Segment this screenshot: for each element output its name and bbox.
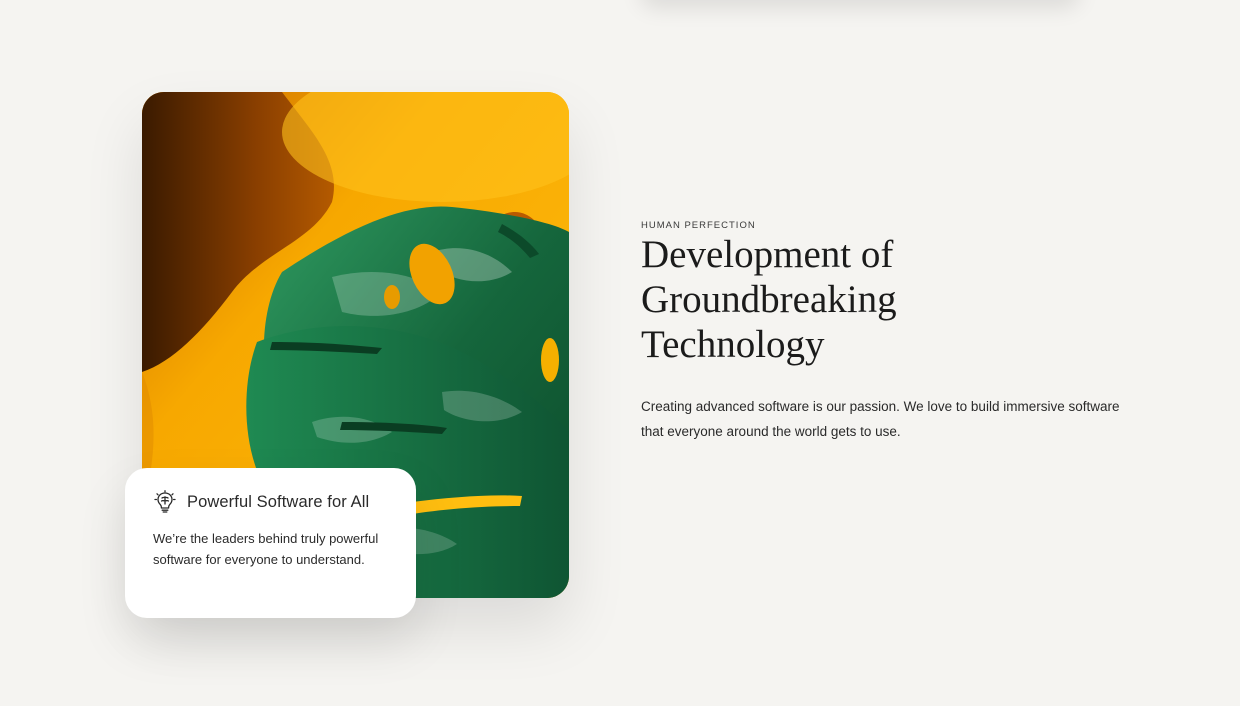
- section-description: Creating advanced software is our passio…: [641, 399, 1120, 439]
- feature-card-title: Powerful Software for All: [187, 492, 370, 511]
- title-line-2: Groundbreaking: [641, 278, 897, 321]
- title-line-3: Technology: [641, 323, 825, 366]
- lightbulb-brain-icon: [153, 490, 177, 514]
- page-title: Development of Groundbreaking Technology: [641, 232, 1061, 367]
- feature-card-text: We’re the leaders behind truly powerful …: [153, 531, 379, 567]
- feature-card-header: Powerful Software for All: [153, 490, 392, 514]
- feature-card: Powerful Software for All We’re the lead…: [125, 468, 416, 618]
- title-line-1: Development of: [641, 233, 894, 276]
- section-eyebrow: HUMAN PERFECTION: [641, 220, 756, 231]
